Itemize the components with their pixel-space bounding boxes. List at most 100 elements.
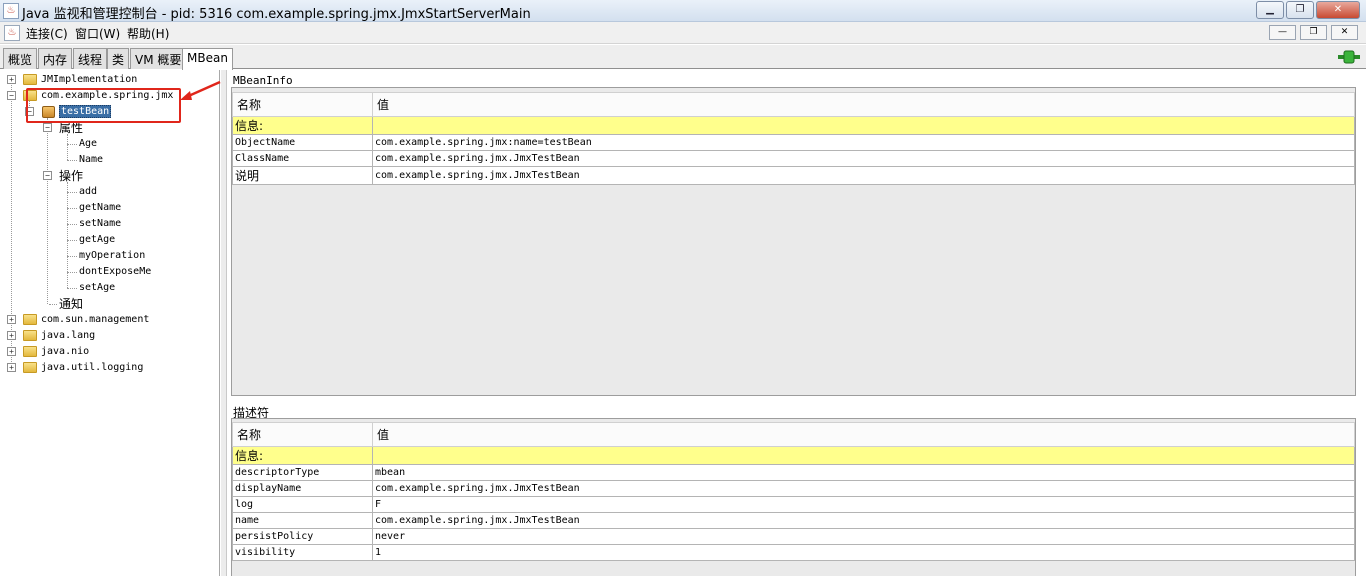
tree-node-dontexposeme[interactable]: dontExposeMe: [79, 264, 151, 280]
tree-guide-line: [67, 134, 68, 160]
tree-node-jmimplementation[interactable]: JMImplementation: [41, 72, 137, 88]
inner-restore-button[interactable]: ❐: [1300, 25, 1327, 40]
collapse-icon[interactable]: −: [43, 171, 52, 180]
tree-connector: [67, 288, 77, 289]
tab-threads[interactable]: 线程: [73, 48, 108, 69]
mbean-tree[interactable]: + JMImplementation − com.example.spring.jmx…: [1, 70, 220, 576]
java-app-icon: ♨: [3, 3, 19, 19]
table-row[interactable]: name com.example.spring.jmx.JmxTestBean: [232, 512, 1355, 529]
tree-node-label: Age: [79, 138, 98, 149]
expand-icon[interactable]: +: [7, 363, 16, 372]
collapse-icon[interactable]: −: [43, 123, 52, 132]
inner-close-button[interactable]: ✕: [1331, 25, 1358, 40]
table-row[interactable]: log F: [232, 496, 1355, 513]
menu-window[interactable]: 窗口(W): [75, 25, 120, 42]
minimize-button[interactable]: ▁: [1256, 1, 1284, 19]
tree-node-label: java.lang: [41, 330, 96, 341]
tree-node-myoperation[interactable]: myOperation: [79, 248, 145, 264]
cell-value: com.example.spring.jmx:name=testBean: [372, 134, 1355, 151]
column-header-value[interactable]: 值: [372, 92, 1355, 117]
column-header-name[interactable]: 名称: [232, 92, 373, 117]
info-group-value: [372, 116, 1355, 135]
folder-icon: [23, 362, 37, 373]
tree-node-getname[interactable]: getName: [79, 200, 121, 216]
menu-connect[interactable]: 连接(C): [26, 25, 68, 42]
tab-overview[interactable]: 概览: [3, 48, 38, 69]
tree-node-label: setAge: [79, 282, 116, 293]
split-pane-divider[interactable]: [221, 70, 227, 576]
cell-value: mbean: [372, 464, 1355, 481]
tree-node-setname[interactable]: setName: [79, 216, 121, 232]
tree-connector: [67, 240, 77, 241]
tree-node-setage[interactable]: setAge: [79, 280, 115, 296]
column-header-name[interactable]: 名称: [232, 422, 373, 447]
tab-bar: 概览 内存 线程 类 VM 概要 MBean: [0, 45, 1366, 70]
tree-node-label: getAge: [79, 234, 116, 245]
cell-value: com.example.spring.jmx.JmxTestBean: [372, 512, 1355, 529]
cell-name: 说明: [232, 166, 373, 185]
tree-connector: [67, 256, 77, 257]
cell-name: descriptorType: [232, 464, 373, 481]
tree-node-getage[interactable]: getAge: [79, 232, 115, 248]
collapse-icon[interactable]: −: [7, 91, 16, 100]
tree-node-age[interactable]: Age: [79, 136, 97, 152]
menu-help[interactable]: 帮助(H): [127, 25, 169, 42]
tree-node-java-lang[interactable]: java.lang: [41, 328, 95, 344]
column-header-value[interactable]: 值: [372, 422, 1355, 447]
table-row[interactable]: descriptorType mbean: [232, 464, 1355, 481]
java-menu-icon[interactable]: ♨: [4, 25, 20, 41]
tree-node-label: 通知: [59, 297, 84, 311]
tab-vm-summary[interactable]: VM 概要: [130, 48, 187, 69]
tab-memory[interactable]: 内存: [38, 48, 73, 69]
expand-icon[interactable]: +: [7, 331, 16, 340]
cell-name: persistPolicy: [232, 528, 373, 545]
tree-node-add[interactable]: add: [79, 184, 97, 200]
cell-value: com.example.spring.jmx.JmxTestBean: [372, 480, 1355, 497]
annotation-highlight-box: [26, 88, 181, 123]
cell-name: ClassName: [232, 150, 373, 167]
tree-node-label: 属性: [59, 121, 84, 135]
expand-icon[interactable]: +: [7, 315, 16, 324]
cell-value: 1: [372, 544, 1355, 561]
tree-guide-line: [11, 80, 12, 368]
table-row[interactable]: persistPolicy never: [232, 528, 1355, 545]
tree-connector: [67, 192, 77, 193]
table-row[interactable]: visibility 1: [232, 544, 1355, 561]
folder-icon: [23, 74, 37, 85]
tab-mbean[interactable]: MBean: [182, 48, 233, 70]
cell-value: F: [372, 496, 1355, 513]
table-row[interactable]: ObjectName com.example.spring.jmx:name=t…: [232, 134, 1355, 151]
tree-node-label: myOperation: [79, 250, 146, 261]
cell-name: ObjectName: [232, 134, 373, 151]
mbeaninfo-title: MBeanInfo: [233, 74, 293, 87]
tab-classes[interactable]: 类: [107, 48, 130, 69]
info-group-value: [372, 446, 1355, 465]
tree-node-java-util-logging[interactable]: java.util.logging: [41, 360, 143, 376]
tree-connector: [67, 144, 77, 145]
table-row[interactable]: displayName com.example.spring.jmx.JmxTe…: [232, 480, 1355, 497]
cell-name: visibility: [232, 544, 373, 561]
folder-icon: [23, 346, 37, 357]
title-bar: ♨ Java 监视和管理控制台 - pid: 5316 com.example.…: [0, 0, 1366, 22]
tree-node-name[interactable]: Name: [79, 152, 103, 168]
table-row[interactable]: ClassName com.example.spring.jmx.JmxTest…: [232, 150, 1355, 167]
close-button[interactable]: ✕: [1316, 1, 1360, 19]
expand-icon[interactable]: +: [7, 75, 16, 84]
expand-icon[interactable]: +: [7, 347, 16, 356]
tree-connector: [49, 304, 57, 305]
tree-node-com-sun-management[interactable]: com.sun.management: [41, 312, 149, 328]
tree-node-java-nio[interactable]: java.nio: [41, 344, 89, 360]
cell-value: com.example.spring.jmx.JmxTestBean: [372, 166, 1355, 185]
tree-connector: [67, 272, 77, 273]
maximize-button[interactable]: ❐: [1286, 1, 1314, 19]
table-row[interactable]: 说明 com.example.spring.jmx.JmxTestBean: [232, 166, 1355, 185]
tree-guide-line: [47, 118, 48, 304]
inner-minimize-button[interactable]: —: [1269, 25, 1296, 40]
tree-node-label: dontExposeMe: [79, 266, 152, 277]
tree-node-label: JMImplementation: [41, 74, 138, 85]
cell-value: com.example.spring.jmx.JmxTestBean: [372, 150, 1355, 167]
tree-node-[interactable]: 通知: [59, 296, 83, 312]
tree-node-[interactable]: 操作: [59, 168, 83, 184]
mbeaninfo-table: 名称 值 信息: ObjectName com.example.spring.j…: [232, 92, 1355, 185]
cell-name: log: [232, 496, 373, 513]
